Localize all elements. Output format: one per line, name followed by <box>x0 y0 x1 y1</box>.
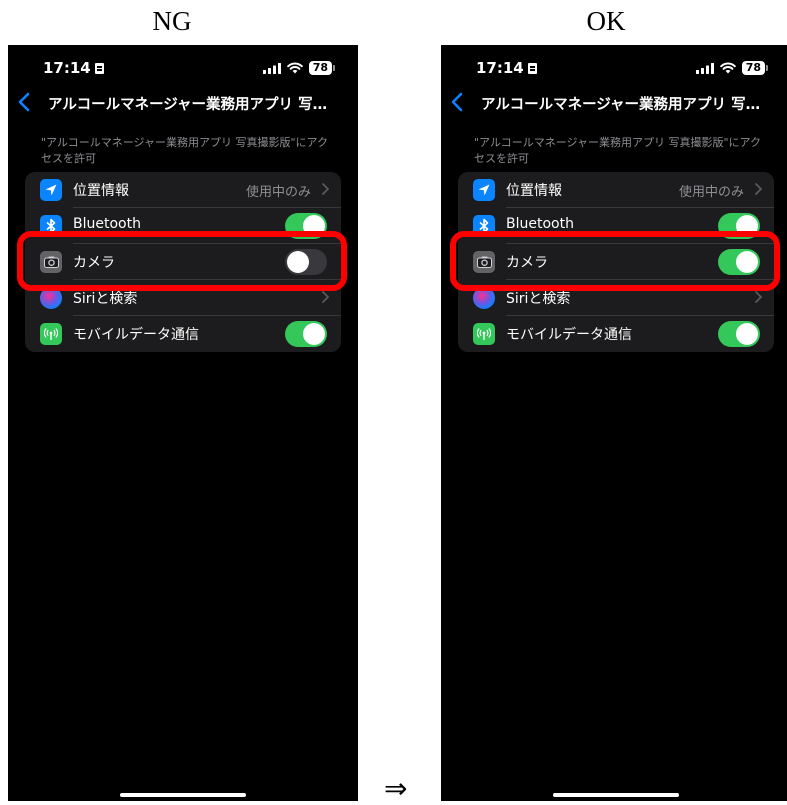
location-label: 位置情報 <box>506 183 562 199</box>
siri-label: Siriと検索 <box>506 291 571 307</box>
chevron-right-icon <box>322 183 329 195</box>
chevron-right-icon <box>755 183 762 195</box>
arrow: ⇒ <box>384 772 408 805</box>
mobile-data-label: モバイルデータ通信 <box>73 327 199 343</box>
home-indicator[interactable] <box>120 793 246 797</box>
status-bar: 17:14 <box>476 59 537 77</box>
ng-label: NG <box>152 6 192 36</box>
status-time: 17:14 <box>476 59 524 77</box>
nav-bar: アルコールマネージャー業務用アプリ 写… <box>8 91 358 115</box>
siri-label: Siriと検索 <box>73 291 138 307</box>
page-title: アルコールマネージャー業務用アプリ 写… <box>48 97 328 113</box>
phone-ng: 17:14 78 アルコールマネージャー業務用アプリ 写… "アルコールマネージ… <box>8 45 358 801</box>
highlight-box <box>17 231 347 291</box>
wifi-icon <box>719 62 736 74</box>
status-time: 17:14 <box>43 59 91 77</box>
location-row[interactable]: 位置情報 使用中のみ <box>25 172 341 208</box>
chevron-right-icon <box>322 291 329 303</box>
status-indicators: 78 <box>262 61 336 75</box>
mobile-data-row: モバイルデータ通信 <box>458 316 774 352</box>
section-caption: "アルコールマネージャー業務用アプリ 写真撮影版"にアクセスを許可 <box>41 136 328 165</box>
location-icon <box>473 179 495 201</box>
ok-label: OK <box>586 6 626 36</box>
status-bar: 17:14 <box>43 59 104 77</box>
antenna-icon <box>473 323 495 345</box>
mobile-data-toggle[interactable] <box>285 321 327 347</box>
phone-ok: 17:14 78 アルコールマネージャー業務用アプリ 写… "アルコールマネージ… <box>441 45 787 801</box>
mobile-data-toggle[interactable] <box>718 321 760 347</box>
page-title: アルコールマネージャー業務用アプリ 写… <box>481 97 761 113</box>
location-value: 使用中のみ <box>678 185 744 200</box>
nav-bar: アルコールマネージャー業務用アプリ 写… <box>441 91 787 115</box>
cellular-signal-icon <box>695 62 714 74</box>
status-indicators: 78 <box>695 61 769 75</box>
home-indicator[interactable] <box>553 793 679 797</box>
bluetooth-label: Bluetooth <box>73 216 141 232</box>
bluetooth-label: Bluetooth <box>506 216 574 232</box>
cellular-signal-icon <box>262 62 281 74</box>
chevron-left-icon[interactable] <box>18 92 30 112</box>
location-icon <box>40 179 62 201</box>
section-caption: "アルコールマネージャー業務用アプリ 写真撮影版"にアクセスを許可 <box>474 136 761 165</box>
chevron-left-icon[interactable] <box>451 92 463 112</box>
chevron-right-icon <box>755 291 762 303</box>
wifi-icon <box>286 62 303 74</box>
screen-lock-icon <box>527 62 537 74</box>
screen-lock-icon <box>94 62 104 74</box>
antenna-icon <box>40 323 62 345</box>
location-value: 使用中のみ <box>245 185 311 200</box>
mobile-data-label: モバイルデータ通信 <box>506 327 632 343</box>
location-label: 位置情報 <box>73 183 129 199</box>
battery-indicator: 78 <box>308 61 336 75</box>
highlight-box <box>450 231 780 291</box>
location-row[interactable]: 位置情報 使用中のみ <box>458 172 774 208</box>
mobile-data-row: モバイルデータ通信 <box>25 316 341 352</box>
battery-indicator: 78 <box>741 61 769 75</box>
